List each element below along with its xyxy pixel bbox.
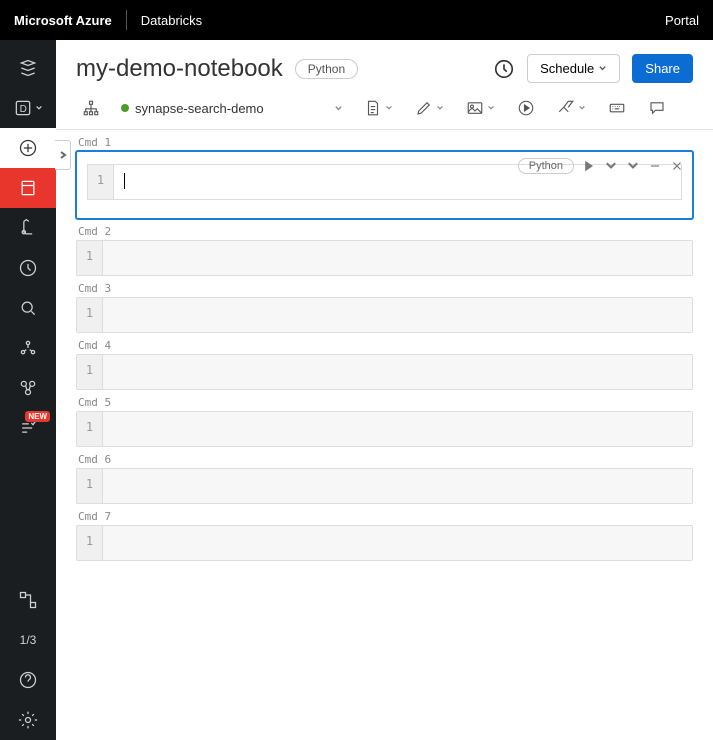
- nav-compute-icon[interactable]: [0, 368, 56, 408]
- notebook-cell[interactable]: 1: [76, 297, 693, 333]
- schedule-button[interactable]: Schedule: [527, 54, 620, 83]
- line-gutter: 1: [77, 469, 103, 503]
- code-editor[interactable]: 1: [77, 298, 692, 332]
- product-link[interactable]: Databricks: [141, 13, 202, 28]
- share-button[interactable]: Share: [632, 54, 693, 83]
- notebook-cell[interactable]: 1: [76, 411, 693, 447]
- code-editor[interactable]: 1: [77, 526, 692, 560]
- code-editor[interactable]: 1: [77, 412, 692, 446]
- run-all-icon[interactable]: [511, 95, 541, 121]
- cell-menu-caret-icon[interactable]: [604, 159, 618, 173]
- nav-repos-icon[interactable]: [0, 208, 56, 248]
- cluster-attach[interactable]: synapse-search-demo: [116, 98, 269, 119]
- cell-expand-down-icon[interactable]: [626, 159, 640, 173]
- line-gutter: 1: [88, 165, 114, 199]
- file-menu-icon[interactable]: [358, 95, 399, 121]
- new-badge: NEW: [25, 411, 50, 422]
- nav-search-icon[interactable]: [0, 288, 56, 328]
- language-pill[interactable]: Python: [295, 59, 358, 79]
- create-button[interactable]: [0, 128, 56, 168]
- line-gutter: 1: [77, 412, 103, 446]
- cmd-label: Cmd 7: [78, 510, 693, 523]
- notebook-cell[interactable]: 1: [76, 525, 693, 561]
- notebook-title[interactable]: my-demo-notebook: [76, 55, 283, 83]
- code-editor[interactable]: 1: [77, 469, 692, 503]
- top-bar: Microsoft Azure Databricks Portal: [0, 0, 713, 40]
- notebook-cell[interactable]: 1: [76, 240, 693, 276]
- nav-workspace-icon[interactable]: D: [0, 88, 56, 128]
- code-area[interactable]: [103, 526, 692, 560]
- edit-menu-icon[interactable]: [409, 95, 450, 121]
- cell-lang-pill[interactable]: Python: [518, 158, 574, 174]
- cluster-name: synapse-search-demo: [135, 101, 264, 116]
- help-icon[interactable]: [0, 660, 56, 700]
- notebook-header: my-demo-notebook Python Schedule Share: [56, 40, 713, 91]
- minimize-cell-icon[interactable]: [648, 159, 662, 173]
- code-area[interactable]: [103, 469, 692, 503]
- code-editor[interactable]: 1: [77, 355, 692, 389]
- code-area[interactable]: [103, 298, 692, 332]
- code-area[interactable]: [103, 241, 692, 275]
- nav-jobs-icon[interactable]: NEW: [0, 408, 56, 448]
- portal-link[interactable]: Portal: [665, 13, 699, 28]
- nav-notebook-icon[interactable]: [0, 168, 56, 208]
- line-gutter: 1: [77, 355, 103, 389]
- line-gutter: 1: [77, 298, 103, 332]
- clear-menu-icon[interactable]: [551, 95, 592, 121]
- page-indicator: 1/3: [0, 620, 56, 660]
- attach-sitemap-icon[interactable]: [76, 95, 106, 121]
- cmd-label: Cmd 6: [78, 453, 693, 466]
- brand-link[interactable]: Microsoft Azure: [14, 13, 112, 28]
- main-area: my-demo-notebook Python Schedule Share s…: [56, 40, 713, 740]
- settings-icon[interactable]: [0, 700, 56, 740]
- cmd-label: Cmd 5: [78, 396, 693, 409]
- nav-data-icon[interactable]: [0, 328, 56, 368]
- notebook-body[interactable]: Cmd 1 Python 1 Cmd 2 1 Cmd 3 1 Cmd 4 1 Cmd 5 1 Cmd …: [56, 130, 713, 740]
- run-cell-icon[interactable]: [582, 159, 596, 173]
- view-menu-icon[interactable]: [460, 95, 501, 121]
- cmd-label: Cmd 2: [78, 225, 693, 238]
- notebook-cell[interactable]: 1: [76, 468, 693, 504]
- line-gutter: 1: [77, 526, 103, 560]
- divider: [126, 10, 127, 30]
- notebook-cell[interactable]: 1: [76, 354, 693, 390]
- logo-icon[interactable]: [0, 48, 56, 88]
- cluster-status-dot: [121, 104, 129, 112]
- cmd-label: Cmd 1: [78, 136, 693, 149]
- code-area[interactable]: [103, 412, 692, 446]
- expand-handle[interactable]: [55, 140, 71, 170]
- history-icon[interactable]: [493, 58, 515, 80]
- line-gutter: 1: [77, 241, 103, 275]
- notebook-toolbar: synapse-search-demo: [56, 91, 713, 130]
- nav-pipelines-icon[interactable]: [0, 580, 56, 620]
- close-cell-icon[interactable]: [670, 159, 684, 173]
- comments-icon[interactable]: [642, 95, 672, 121]
- cluster-dropdown[interactable]: [329, 101, 348, 116]
- schedule-label: Schedule: [540, 61, 594, 76]
- notebook-cell[interactable]: Python 1: [76, 151, 693, 219]
- code-editor[interactable]: 1: [77, 241, 692, 275]
- nav-recents-icon[interactable]: [0, 248, 56, 288]
- left-sidebar: D NEW 1/3: [0, 40, 56, 740]
- cmd-label: Cmd 4: [78, 339, 693, 352]
- cmd-label: Cmd 3: [78, 282, 693, 295]
- keyboard-icon[interactable]: [602, 95, 632, 121]
- svg-text:D: D: [20, 104, 27, 115]
- code-area[interactable]: [103, 355, 692, 389]
